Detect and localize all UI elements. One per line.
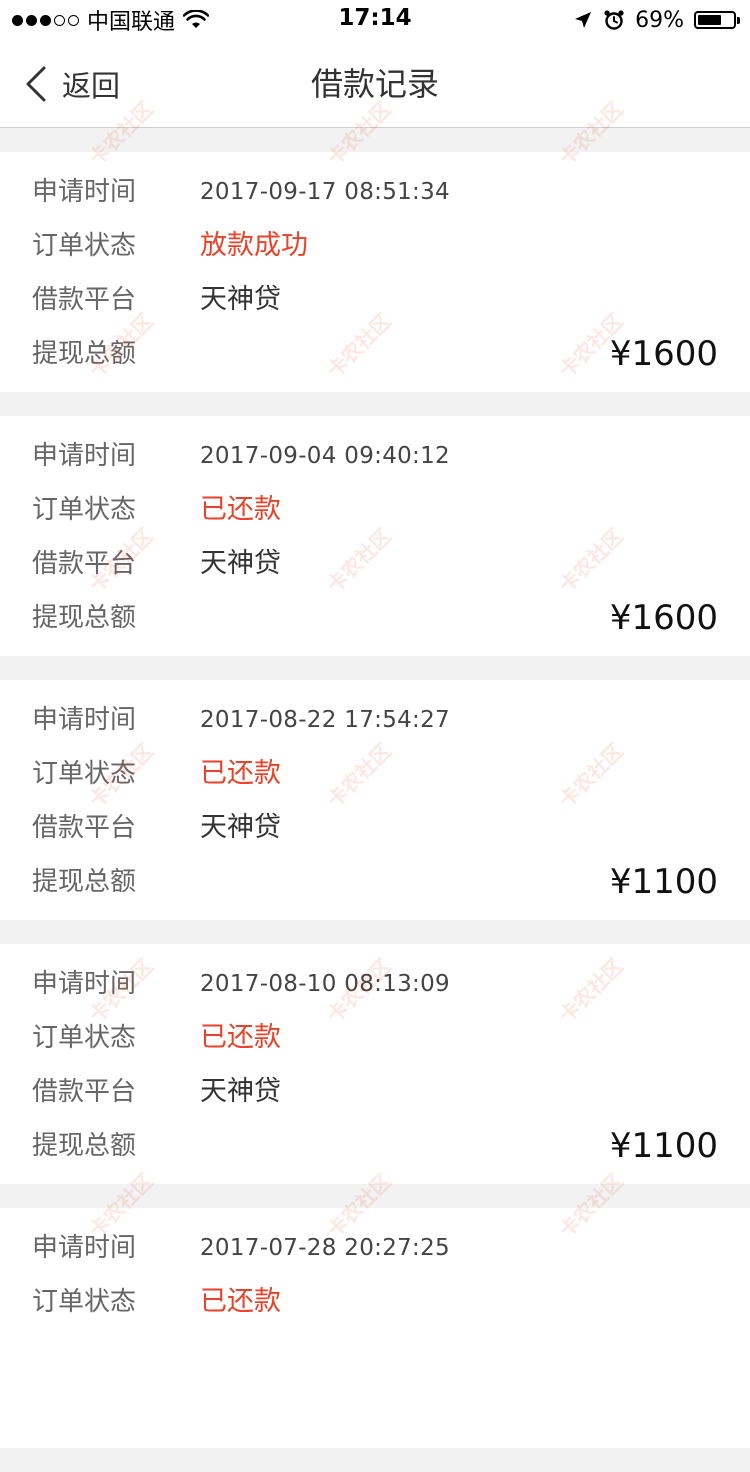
order-status-row: 订单状态 已还款 (32, 483, 718, 537)
amount-label: 提现总额 (32, 867, 137, 897)
order-status-value: 已还款 (200, 494, 281, 525)
order-status-label: 订单状态 (32, 759, 137, 789)
platform-value: 天神贷 (200, 548, 281, 579)
order-status-row: 订单状态 已还款 (32, 1275, 718, 1329)
order-status-row: 订单状态 已还款 (32, 747, 718, 801)
apply-time-label: 申请时间 (32, 441, 137, 471)
amount-value: ¥1100 (609, 862, 718, 902)
page-title: 借款记录 (310, 65, 439, 103)
amount-row: 提现总额 ¥1100 (32, 855, 718, 909)
apply-time-label: 申请时间 (32, 705, 137, 735)
amount-value: ¥1600 (609, 334, 718, 374)
order-status-label: 订单状态 (32, 1023, 137, 1053)
record-card[interactable]: 申请时间 2017-08-10 08:13:09 订单状态 已还款 借款平台 天… (0, 944, 750, 1184)
amount-label: 提现总额 (32, 1131, 137, 1161)
location-arrow-icon (575, 12, 592, 28)
apply-time-value: 2017-07-28 20:27:25 (200, 1235, 450, 1261)
platform-value: 天神贷 (200, 812, 281, 843)
platform-label: 借款平台 (32, 285, 137, 315)
apply-time-row: 申请时间 2017-08-10 08:13:09 (32, 957, 718, 1011)
order-status-label: 订单状态 (32, 231, 137, 261)
battery-icon (694, 11, 740, 29)
alarm-clock-icon (604, 10, 624, 30)
order-status-label: 订单状态 (32, 1287, 137, 1317)
record-card[interactable]: 申请时间 2017-09-17 08:51:34 订单状态 放款成功 借款平台 … (0, 152, 750, 392)
platform-row: 借款平台 天神贷 (32, 537, 718, 591)
order-status-row: 订单状态 已还款 (32, 1011, 718, 1065)
order-status-value: 放款成功 (200, 230, 308, 261)
record-card[interactable]: 申请时间 2017-08-22 17:54:27 订单状态 已还款 借款平台 天… (0, 680, 750, 920)
nav-bar: 返回 借款记录 (0, 40, 750, 128)
platform-row: 借款平台 天神贷 (32, 273, 718, 327)
amount-label: 提现总额 (32, 339, 137, 369)
apply-time-value: 2017-08-22 17:54:27 (200, 707, 450, 733)
status-right: 69% (573, 6, 740, 34)
platform-label: 借款平台 (32, 813, 137, 843)
apply-time-row: 申请时间 2017-08-22 17:54:27 (32, 693, 718, 747)
order-status-value: 已还款 (200, 1022, 281, 1053)
amount-value: ¥1600 (609, 598, 718, 638)
apply-time-label: 申请时间 (32, 177, 137, 207)
platform-value: 天神贷 (200, 284, 281, 315)
order-status-value: 已还款 (200, 1286, 281, 1317)
amount-row: 提现总额 ¥1100 (32, 1119, 718, 1173)
platform-row: 借款平台 天神贷 (32, 801, 718, 855)
platform-row: 借款平台 天神贷 (32, 1065, 718, 1119)
platform-label: 借款平台 (32, 549, 137, 579)
battery-percent: 69% (635, 7, 684, 33)
status-bar: 中国联通 17:14 69% (0, 0, 750, 40)
record-card[interactable]: 申请时间 2017-07-28 20:27:25 订单状态 已还款 (0, 1208, 750, 1448)
apply-time-row: 申请时间 2017-09-04 09:40:12 (32, 429, 718, 483)
loan-records-list: 申请时间 2017-09-17 08:51:34 订单状态 放款成功 借款平台 … (0, 152, 750, 1472)
apply-time-value: 2017-09-17 08:51:34 (200, 179, 450, 205)
apply-time-value: 2017-08-10 08:13:09 (200, 971, 450, 997)
apply-time-label: 申请时间 (32, 1233, 137, 1263)
apply-time-row: 申请时间 2017-09-17 08:51:34 (32, 165, 718, 219)
order-status-row: 订单状态 放款成功 (32, 219, 718, 273)
apply-time-value: 2017-09-04 09:40:12 (200, 443, 450, 469)
platform-value: 天神贷 (200, 1076, 281, 1107)
battery-fill (698, 15, 721, 25)
amount-value: ¥1100 (609, 1126, 718, 1166)
apply-time-label: 申请时间 (32, 969, 137, 999)
platform-label: 借款平台 (32, 1077, 137, 1107)
amount-row: 提现总额 ¥1600 (32, 591, 718, 645)
apply-time-row: 申请时间 2017-07-28 20:27:25 (32, 1221, 718, 1275)
order-status-label: 订单状态 (32, 495, 137, 525)
amount-label: 提现总额 (32, 603, 137, 633)
amount-row: 提现总额 ¥1600 (32, 327, 718, 381)
record-card[interactable]: 申请时间 2017-09-04 09:40:12 订单状态 已还款 借款平台 天… (0, 416, 750, 656)
order-status-value: 已还款 (200, 758, 281, 789)
